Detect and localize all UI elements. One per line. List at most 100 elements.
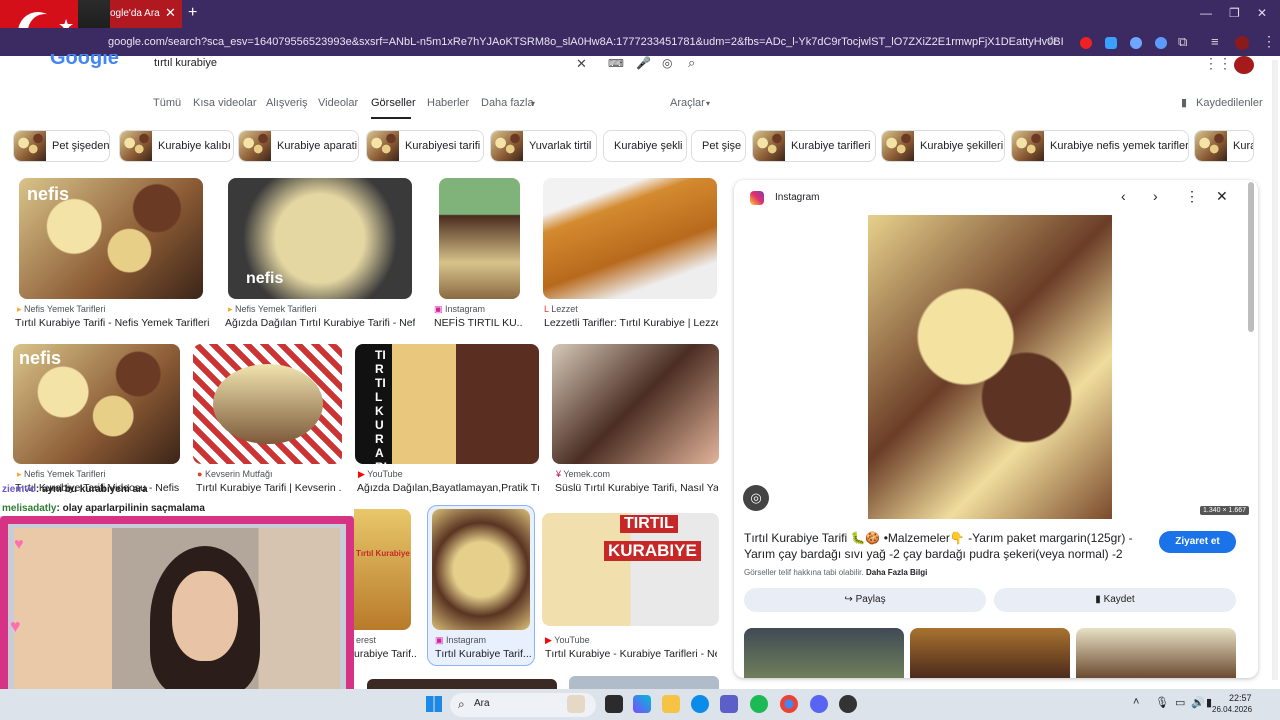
search-box[interactable]: tırtıl kurabiye ✕ ⌨ 🎤 ◎ ⌕ [140, 55, 712, 74]
result-title[interactable]: Tırtıl Kurabiye Tarif... [435, 648, 531, 660]
more-options-icon[interactable]: ⋮ [1185, 188, 1199, 205]
spotify-icon[interactable] [750, 695, 768, 713]
taskbar-app-icon[interactable] [567, 695, 585, 713]
chip[interactable]: Yuvarlak tirtil [490, 130, 597, 162]
tab-shopping[interactable]: Alışveriş [266, 97, 308, 109]
result-title[interactable]: urabiye Tarif... [354, 648, 416, 660]
chip[interactable]: Kurabiye şekli [603, 130, 687, 162]
profile-avatar[interactable] [1235, 36, 1249, 50]
result-title[interactable]: Süslü Tırtıl Kurabiye Tarifi, Nasıl Ya..… [555, 482, 718, 494]
media-icon[interactable]: ≡ [1211, 34, 1219, 49]
result-title[interactable]: Ağızda Dağılan Tırtıl Kurabiye Tarifi - … [225, 317, 415, 329]
extension-icon[interactable] [1080, 37, 1092, 49]
result-source[interactable]: ▣ Instagram [435, 635, 486, 646]
result-source[interactable]: ¥ Yemek.com [556, 469, 610, 479]
result-title[interactable]: Lezzetli Tarifler: Tırtıl Kurabiye | Lez… [544, 317, 718, 329]
tab-more[interactable]: Daha fazla [481, 97, 534, 109]
tab-all[interactable]: Tümü [153, 97, 181, 109]
page-scrollbar[interactable] [1272, 60, 1278, 680]
volume-icon[interactable]: 🔊 [1191, 696, 1205, 709]
result-source[interactable]: L Lezzet [544, 304, 578, 314]
chip[interactable]: Kurabiye kalıbı [119, 130, 234, 162]
preview-image[interactable] [868, 215, 1112, 519]
discord-icon[interactable] [810, 695, 828, 713]
previous-icon[interactable]: ‹ [1121, 188, 1126, 204]
result-title[interactable]: NEFİS TIRTIL KU... [434, 317, 522, 329]
taskbar-app-icon[interactable] [605, 695, 623, 713]
clock-date[interactable]: 26.04.2026 [1212, 705, 1252, 714]
tab-videos[interactable]: Videolar [318, 97, 358, 109]
search-input[interactable]: tırtıl kurabiye [154, 57, 217, 69]
result-image[interactable] [543, 178, 717, 299]
result-image[interactable]: nefis [13, 344, 180, 464]
result-source[interactable]: ● Kevserin Mutfağı [197, 469, 272, 479]
network-icon[interactable]: ▭ [1175, 696, 1185, 709]
keyboard-icon[interactable]: ⌨ [608, 57, 624, 70]
result-title[interactable]: Tırtıl Kurabiye - Kurabiye Tarifleri - N… [545, 648, 717, 660]
result-image[interactable]: Tırtıl Kurabiye [354, 509, 411, 630]
result-title[interactable]: Tırtıl Kurabiye Tarifi | Kevserin ... [196, 482, 342, 494]
edge-icon[interactable] [691, 695, 709, 713]
result-image-partial[interactable] [367, 679, 557, 689]
lens-search-icon[interactable]: ◎ [743, 485, 769, 511]
panel-title[interactable]: Tırtıl Kurabiye Tarifi 🐛🍪 •Malzemeler👇 -… [744, 530, 1148, 562]
result-image[interactable] [552, 344, 719, 464]
close-window-icon[interactable]: ✕ [1257, 6, 1267, 20]
microphone-icon[interactable]: 🎤 [636, 56, 651, 70]
tray-chevron-icon[interactable]: ˄ [1133, 696, 1139, 708]
extension-icon-2[interactable] [1105, 37, 1117, 49]
start-icon[interactable] [426, 696, 442, 712]
url-text[interactable]: google.com/search?sca_esv=16407955652399… [108, 32, 1063, 52]
share-button[interactable]: ↪ Paylaş [744, 588, 986, 612]
related-image[interactable] [910, 628, 1070, 678]
tab-news[interactable]: Haberler [427, 97, 469, 109]
chip[interactable]: Kurabiye nefis yemek tarifleri [1011, 130, 1189, 162]
result-image[interactable]: nefis [19, 178, 203, 299]
browser-tab[interactable]: ★ ogle'da Ara ✕ [0, 0, 182, 28]
panel-scrollbar[interactable] [1248, 182, 1254, 332]
result-image[interactable] [439, 178, 520, 299]
tab-images[interactable]: Görseller [371, 97, 416, 109]
restore-icon[interactable]: ❐ [1229, 6, 1240, 20]
new-tab-icon[interactable]: + [188, 4, 197, 22]
related-image[interactable] [1076, 628, 1236, 678]
result-source[interactable]: ▸ Nefis Yemek Tarifleri [228, 304, 316, 315]
account-avatar[interactable] [1234, 56, 1254, 74]
chip[interactable]: Pet şişe [691, 130, 746, 162]
next-icon[interactable]: › [1153, 188, 1158, 204]
result-image-partial[interactable] [569, 676, 719, 689]
result-image[interactable] [193, 344, 342, 464]
store-icon[interactable] [720, 695, 738, 713]
visit-button[interactable]: Ziyaret et [1159, 531, 1236, 553]
result-image[interactable]: TIRTIL KURABIYE [542, 513, 719, 626]
clock-time[interactable]: 22:57 [1229, 693, 1252, 703]
tools-button[interactable]: Araçlar [670, 97, 705, 109]
extension-icon-3[interactable] [1130, 37, 1142, 49]
result-image[interactable]: nefis [228, 178, 412, 299]
result-title[interactable]: Ağızda Dağılan,Bayatlamayan,Pratik Tı... [357, 482, 539, 494]
close-tab-icon[interactable]: ✕ [165, 5, 176, 21]
clear-search-icon[interactable]: ✕ [576, 56, 587, 72]
chip[interactable]: Kurabiye aparati [238, 130, 359, 162]
related-image[interactable] [744, 628, 904, 678]
chip[interactable]: Pet şişeden [13, 130, 110, 162]
panel-source[interactable]: Instagram [775, 192, 819, 203]
result-image[interactable] [432, 509, 530, 630]
extensions-puzzle-icon[interactable]: ⧉ [1178, 34, 1187, 50]
copilot-icon[interactable] [633, 695, 651, 713]
extension-icon-4[interactable] [1155, 37, 1167, 49]
close-panel-icon[interactable]: ✕ [1216, 188, 1228, 205]
google-logo[interactable]: Google [50, 54, 119, 72]
bookmark-star-icon[interactable]: ☆ [1046, 33, 1058, 49]
minimize-icon[interactable]: — [1200, 6, 1212, 20]
address-bar[interactable]: google.com/search?sca_esv=16407955652399… [0, 28, 1280, 56]
result-source[interactable]: ▶ YouTube [358, 469, 403, 480]
chip[interactable]: Kura [1194, 130, 1254, 162]
menu-dots-icon[interactable]: ⋮ [1262, 33, 1276, 50]
obs-icon[interactable] [839, 695, 857, 713]
microphone-icon[interactable]: 🎙 [1155, 696, 1169, 709]
more-info-link[interactable]: Daha Fazla Bilgi [866, 568, 927, 577]
result-source[interactable]: ▶ YouTube [545, 635, 590, 646]
search-icon[interactable]: ⌕ [688, 55, 695, 71]
chip[interactable]: Kurabiye şekilleri [881, 130, 1005, 162]
